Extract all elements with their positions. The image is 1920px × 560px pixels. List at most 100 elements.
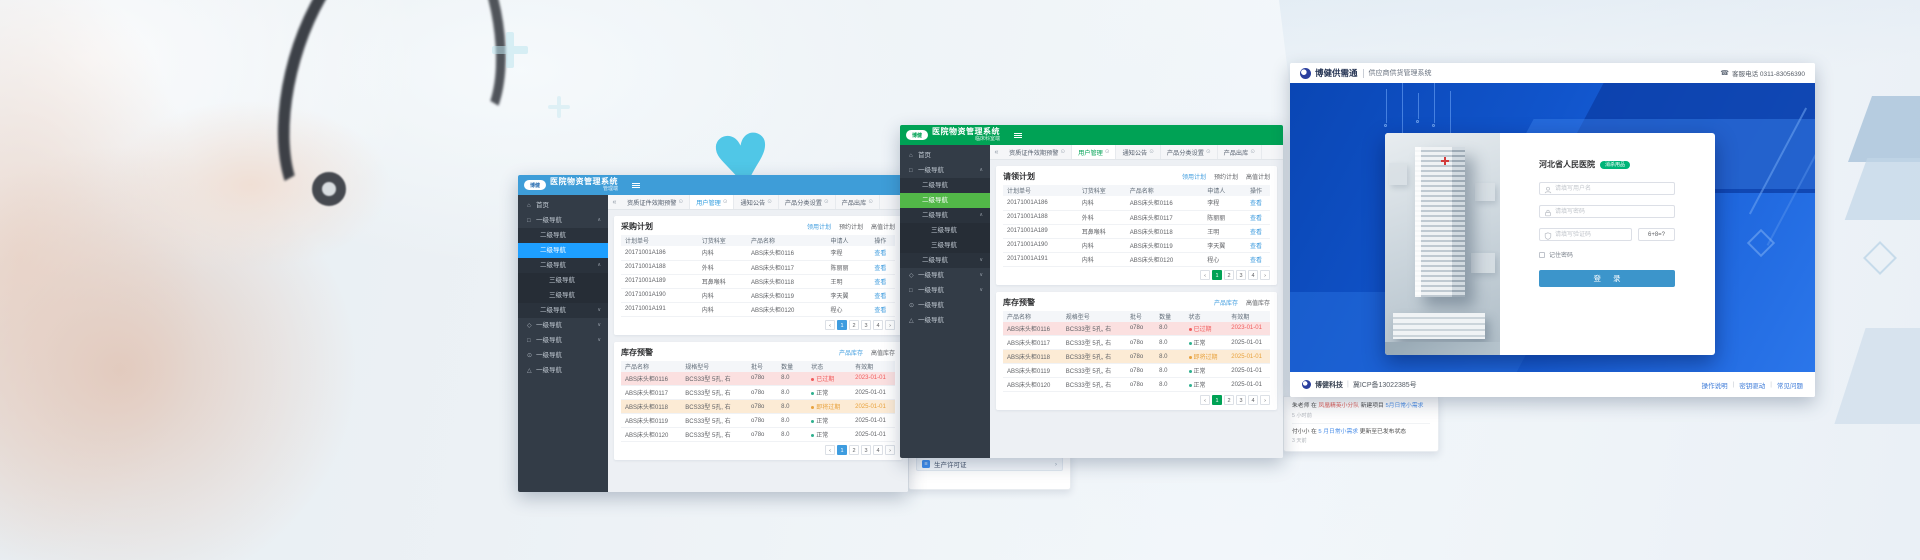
collapse-tabs-icon[interactable]: « [608,195,621,209]
login-button[interactable]: 登 录 [1539,270,1675,287]
sidebar-item[interactable]: □一级导航∧ [518,213,608,228]
tab-close-icon[interactable]: ⊙ [868,199,873,205]
page-next-button[interactable]: › [885,445,895,455]
password-field[interactable] [1539,205,1675,218]
page-button[interactable]: 2 [849,320,859,330]
sidebar-item[interactable]: 三级导航 [900,238,990,253]
page-next-button[interactable]: › [1260,270,1270,280]
sidebar-item[interactable]: 二级导航 [900,178,990,193]
page-next-button[interactable]: › [1260,395,1270,405]
tab-close-icon[interactable]: ⊙ [1206,149,1211,155]
card-header-link[interactable]: 高值库存 [871,348,895,357]
license-row[interactable]: ≡ 生产许可证 › [916,457,1063,471]
view-link[interactable]: 查看 [1250,216,1262,222]
view-link[interactable]: 查看 [874,251,886,257]
page-button[interactable]: 3 [1236,270,1246,280]
page-button[interactable]: 1 [837,445,847,455]
card-header-link[interactable]: 高值计划 [871,222,895,231]
chevron-right-icon[interactable]: › [1055,461,1057,468]
page-button[interactable]: 1 [1212,395,1222,405]
feed-link[interactable]: 凤凰精英小分队 [1318,403,1359,409]
collapse-tabs-icon[interactable]: « [990,145,1003,159]
view-link[interactable]: 查看 [874,308,886,314]
hamburger-icon[interactable] [1014,133,1022,138]
sidebar-item[interactable]: 二级导航∧ [518,258,608,273]
sidebar-item[interactable]: ◇一级导航∨ [900,268,990,283]
tab-close-icon[interactable]: ⊙ [1149,149,1154,155]
tab-close-icon[interactable]: ⊙ [1105,149,1110,155]
tab-item[interactable]: 产品出库⊙ [1218,145,1262,159]
sidebar-item[interactable]: ⊙一级导航 [900,298,990,313]
view-link[interactable]: 查看 [1250,230,1262,236]
sidebar-item[interactable]: △一级导航 [900,313,990,328]
captcha-question[interactable]: 6+8=? [1638,228,1675,241]
card-header-link[interactable]: 产品库存 [839,348,863,357]
username-input[interactable] [1540,183,1674,194]
card-header-link[interactable]: 产品库存 [1214,298,1238,307]
sidebar-item[interactable]: ◇一级导航∨ [518,318,608,333]
sidebar-item[interactable]: □一级导航∨ [900,283,990,298]
sidebar-item[interactable]: 二级导航∧ [900,208,990,223]
page-button[interactable]: 1 [837,320,847,330]
page-button[interactable]: 1 [1212,270,1222,280]
tab-item[interactable]: 产品分类设置⊙ [779,195,836,209]
tab-item[interactable]: 通知公告⊙ [1116,145,1160,159]
tab-close-icon[interactable]: ⊙ [679,199,684,205]
feed-link[interactable]: 5 月日常小需求 [1318,429,1358,435]
page-button[interactable]: 4 [873,445,883,455]
sidebar-item[interactable]: 二级导航∨ [518,303,608,318]
sidebar-item[interactable]: ⊙一级导航 [518,348,608,363]
sidebar-item[interactable]: 二级导航 [518,243,608,258]
page-button[interactable]: 3 [1236,395,1246,405]
sidebar-item[interactable]: 二级导航∨ [900,253,990,268]
sidebar-item[interactable]: 三级导航 [900,223,990,238]
feed-link[interactable]: 5月日常小需求 [1385,403,1423,409]
sidebar-item[interactable]: □一级导航∧ [900,163,990,178]
page-button[interactable]: 2 [1224,270,1234,280]
page-prev-button[interactable]: ‹ [825,445,835,455]
footer-link[interactable]: 常见问题 [1777,380,1803,390]
page-prev-button[interactable]: ‹ [1200,395,1210,405]
tab-close-icon[interactable]: ⊙ [824,199,829,205]
view-link[interactable]: 查看 [1250,258,1262,264]
captcha-field[interactable] [1539,228,1632,241]
card-header-link[interactable]: 高值计划 [1246,172,1270,181]
sidebar-item[interactable]: 二级导航 [900,193,990,208]
tab-close-icon[interactable]: ⊙ [1250,149,1255,155]
page-button[interactable]: 2 [1224,395,1234,405]
sidebar-item[interactable]: 三级导航 [518,288,608,303]
sidebar-item[interactable]: 三级导航 [518,273,608,288]
hamburger-icon[interactable] [632,183,640,188]
page-next-button[interactable]: › [885,320,895,330]
view-link[interactable]: 查看 [1250,201,1262,207]
tab-item[interactable]: 产品出库⊙ [836,195,880,209]
username-field[interactable] [1539,182,1675,195]
page-button[interactable]: 3 [861,445,871,455]
card-header-link[interactable]: 领用计划 [807,222,831,231]
tab-item[interactable]: 资质证件效期预警⊙ [1003,145,1072,159]
footer-link[interactable]: 操作说明 [1702,380,1728,390]
card-header-link[interactable]: 高值库存 [1246,298,1270,307]
sidebar-item[interactable]: 二级导航 [518,228,608,243]
page-button[interactable]: 4 [873,320,883,330]
view-link[interactable]: 查看 [1250,244,1262,250]
sidebar-item[interactable]: ⌂首页 [518,198,608,213]
sidebar-item[interactable]: ⌂首页 [900,148,990,163]
view-link[interactable]: 查看 [874,266,886,272]
page-button[interactable]: 2 [849,445,859,455]
tab-close-icon[interactable]: ⊙ [1061,149,1066,155]
page-prev-button[interactable]: ‹ [825,320,835,330]
tab-item[interactable]: 产品分类设置⊙ [1161,145,1218,159]
tab-close-icon[interactable]: ⊙ [767,199,772,205]
tab-item[interactable]: 通知公告⊙ [734,195,778,209]
tab-item[interactable]: 资质证件效期预警⊙ [621,195,690,209]
view-link[interactable]: 查看 [874,294,886,300]
password-input[interactable] [1540,206,1674,217]
card-header-link[interactable]: 领用计划 [1182,172,1206,181]
tab-active[interactable]: 用户管理⊙ [690,195,734,209]
tab-close-icon[interactable]: ⊙ [723,199,728,205]
page-prev-button[interactable]: ‹ [1200,270,1210,280]
card-header-link[interactable]: 预约计划 [1214,172,1238,181]
page-button[interactable]: 4 [1248,395,1258,405]
view-link[interactable]: 查看 [874,280,886,286]
